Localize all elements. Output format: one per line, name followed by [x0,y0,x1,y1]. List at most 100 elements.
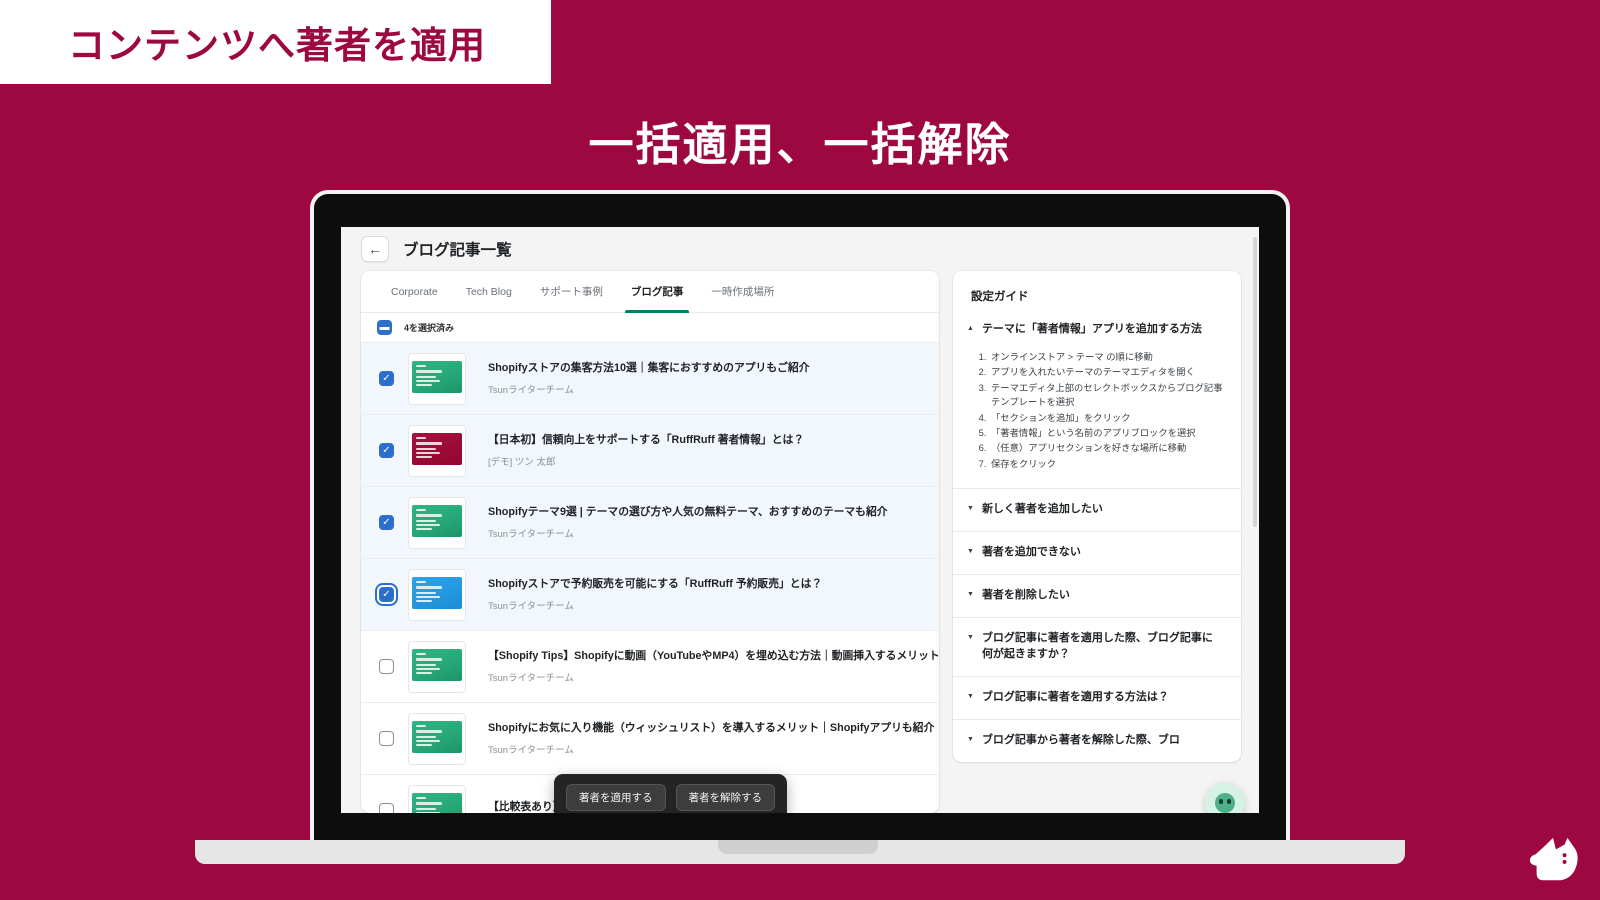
guide-accordion-item[interactable]: ▲ テーマに「著者情報」アプリを追加する方法オンラインストア > テーマ の順に移… [953,318,1241,488]
article-thumbnail [408,784,466,813]
laptop-trackpad-notch [718,840,878,854]
table-row[interactable]: Shopifyにお気に入り機能（ウィッシュリスト）を導入するメリット｜Shopi… [361,703,939,775]
guide-step: テーマエディタ上部のセレクトボックスからブログ記事テンプレートを選択 [989,381,1223,410]
bulk-action-toolbar: 著者を適用する 著者を解除する [554,774,787,813]
row-checkbox[interactable] [379,731,394,746]
guide-step: オンラインストア > テーマ の順に移動 [989,350,1223,364]
table-row[interactable]: ✓ Shopifyストアで予約販売を可能にする「RuffRuff 予約販売」とは？… [361,559,939,631]
thumbnail-detail [416,796,426,799]
row-checkbox[interactable]: ✓ [379,515,394,530]
tab-2[interactable]: Tech Blog [452,271,526,313]
thumbnail-detail [416,451,440,454]
tab-4[interactable]: ブログ記事 [617,271,698,313]
app-body: Corporate Tech Blog サポート事例 ブログ記事 一時作成場所 ▬ 4を… [341,237,1259,813]
thumbnail-detail [416,447,436,450]
select-all-bar: ▬ 4を選択済み [361,313,939,343]
select-all-checkbox[interactable]: ▬ [377,320,392,335]
article-list-card: Corporate Tech Blog サポート事例 ブログ記事 一時作成場所 ▬ 4を… [361,271,939,813]
row-checkbox[interactable]: ✓ [379,587,394,602]
tab-1[interactable]: Corporate [377,271,452,313]
guide-accordion-item[interactable]: ▼ ブログ記事に著者を適用する方法は？ [953,675,1241,719]
row-checkbox[interactable] [379,803,394,813]
chat-widget-button[interactable] [1205,783,1245,813]
accordion-header[interactable]: ▲ テーマに「著者情報」アプリを追加する方法 [967,322,1223,338]
check-icon: ✓ [382,516,391,528]
table-row[interactable]: ✓ Shopifyストアの集客方法10選｜集客におすすめのアプリもご紹介 Tsunラ… [361,343,939,415]
row-checkbox[interactable]: ✓ [379,443,394,458]
thumbnail-detail [416,364,426,367]
accordion-label: ブログ記事から著者を解除した際、ブロ [981,733,1180,746]
remove-author-button[interactable]: 著者を解除する [675,784,775,811]
tab-3[interactable]: サポート事例 [526,271,617,313]
accordion-label: ブログ記事に著者を適用する方法は？ [981,690,1169,703]
check-icon: ✓ [382,588,391,600]
guide-accordion-item[interactable]: ▼ ブログ記事から著者を解除した際、ブロ [953,718,1241,762]
article-author: Tsunライターチーム [488,744,574,756]
article-rows: ✓ Shopifyストアの集客方法10選｜集客におすすめのアプリもご紹介 Tsunラ… [361,343,939,813]
mascot-eye-right [1227,799,1231,804]
chat-mascot-icon [1215,793,1235,813]
accordion-header[interactable]: ▼ ブログ記事に著者を適用する方法は？ [967,690,1223,706]
article-thumbnail [408,496,466,549]
article-thumbnail [408,352,466,405]
article-title: Shopifyストアの集客方法10選｜集客におすすめのアプリもご紹介 [488,362,810,375]
back-button[interactable]: ← [361,236,389,262]
app-screen: ← ブログ記事一覧 Corporate Tech Blog サポート事例 ブログ記事一… [341,227,1259,813]
row-checkbox[interactable] [379,659,394,674]
guide-title: 設定ガイド [971,291,1029,303]
guide-step: （任意）アプリセクションを好きな場所に移動 [989,441,1223,455]
guide-accordion-item[interactable]: ▼ ブログ記事に著者を適用した際、ブログ記事に何が起きますか？ [953,617,1241,676]
thumbnail-detail [416,801,442,805]
accordion-label: ブログ記事に著者を適用した際、ブログ記事に何が起きますか？ [981,632,1213,660]
guide-accordion: ▲ テーマに「著者情報」アプリを追加する方法オンラインストア > テーマ の順に移… [953,318,1241,762]
guide-step: 「著者情報」という名前のアプリブロックを選択 [989,426,1223,440]
row-checkbox[interactable]: ✓ [379,371,394,386]
guide-accordion-item[interactable]: ▼ 著者を削除したい [953,574,1241,617]
laptop-mockup: ← ブログ記事一覧 Corporate Tech Blog サポート事例 ブログ記事一… [0,0,1600,900]
article-title: 【Shopify Tips】Shopifyに動画（YouTubeやMP4）を埋め… [488,650,939,663]
article-title: Shopifyストアで予約販売を可能にする「RuffRuff 予約販売」とは？ [488,578,823,591]
thumbnail-art [412,792,462,813]
thumbnail-detail [416,585,442,589]
thumbnail-detail [416,663,436,666]
thumbnail-detail [416,652,426,655]
guide-accordion-item[interactable]: ▼ 新しく著者を追加したい [953,488,1241,531]
thumbnail-detail [416,729,442,733]
accordion-label: 著者を削除したい [981,589,1070,602]
thumbnail-art [412,576,462,609]
table-row[interactable]: 【Shopify Tips】Shopifyに動画（YouTubeやMP4）を埋め… [361,631,939,703]
thumbnail-detail [416,436,426,439]
arrow-left-icon: ← [368,241,382,257]
thumbnail-detail [416,455,432,458]
caret-down-icon: ▼ [967,548,974,556]
dog-head-logo-icon [1529,837,1578,881]
caret-down-icon: ▼ [967,591,974,599]
thumbnail-detail [416,667,440,670]
accordion-header[interactable]: ▼ 著者を削除したい [967,588,1223,604]
guide-accordion-item[interactable]: ▼ 著者を追加できない [953,531,1241,574]
thumbnail-detail [416,513,442,517]
accordion-header[interactable]: ▼ ブログ記事から著者を解除した際、ブロ [967,733,1223,749]
thumbnail-detail [416,657,442,661]
thumbnail-art [412,720,462,753]
mascot-eye-left [1219,799,1223,804]
page-scrollbar[interactable] [1253,237,1257,527]
row-text: Shopifyにお気に入り機能（ウィッシュリスト）を導入するメリット｜Shopi… [488,721,939,755]
apply-author-button[interactable]: 著者を適用する [566,784,666,811]
accordion-header[interactable]: ▼ 著者を追加できない [967,545,1223,561]
guide-step: 保存をクリック [989,457,1223,471]
selection-count-label: 4を選択済み [404,323,455,333]
thumbnail-detail [416,743,432,746]
accordion-header[interactable]: ▼ 新しく著者を追加したい [967,502,1223,518]
article-title: Shopifyテーマ9選 | テーマの選び方や人気の無料テーマ、おすすめのテーマ… [488,506,888,519]
check-icon: ✓ [382,444,391,456]
caret-down-icon: ▼ [967,735,974,743]
caret-up-icon: ▲ [967,325,974,332]
accordion-header[interactable]: ▼ ブログ記事に著者を適用した際、ブログ記事に何が起きますか？ [967,631,1223,663]
thumbnail-detail [416,599,432,602]
tab-5[interactable]: 一時作成場所 [697,271,788,313]
table-row[interactable]: ✓ Shopifyテーマ9選 | テーマの選び方や人気の無料テーマ、おすすめのテー… [361,487,939,559]
caret-down-icon: ▼ [967,505,974,513]
article-thumbnail [408,640,466,693]
table-row[interactable]: ✓ 【日本初】信頼向上をサポートする「RuffRuff 著者情報」とは？ [デモ] … [361,415,939,487]
